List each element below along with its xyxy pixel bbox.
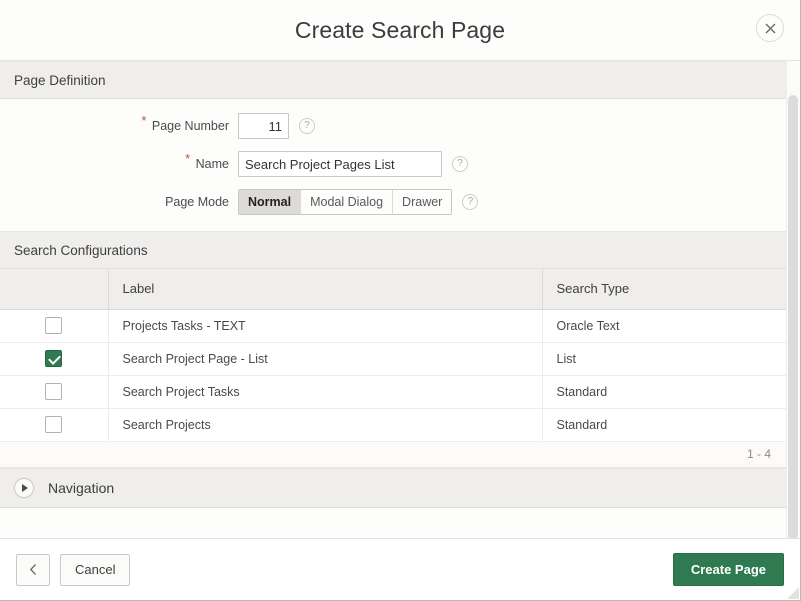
- close-icon[interactable]: [756, 14, 784, 42]
- page-title: Create Search Page: [294, 16, 506, 43]
- field-page-mode: Normal Modal Dialog Drawer ?: [238, 189, 479, 215]
- form-row-name: * Name ?: [0, 151, 800, 177]
- row-label: Projects Tasks - TEXT: [108, 309, 543, 343]
- field-page-number: ?: [238, 113, 315, 139]
- column-header-select: [0, 269, 109, 310]
- label-page-mode: Page Mode: [0, 189, 238, 209]
- table-header-row: Label Search Type: [0, 269, 787, 310]
- region-header-navigation[interactable]: Navigation: [0, 467, 800, 508]
- chevron-left-icon: [29, 564, 36, 575]
- row-label: Search Projects: [108, 408, 543, 442]
- required-asterisk: *: [185, 151, 191, 166]
- row-checkbox[interactable]: [44, 317, 62, 334]
- help-icon-page-number[interactable]: ?: [299, 118, 315, 134]
- row-checkbox[interactable]: [44, 383, 62, 400]
- row-label: Search Project Tasks: [108, 375, 543, 409]
- page-mode-option-normal[interactable]: Normal: [239, 190, 302, 214]
- table-row[interactable]: Search Projects Standard: [0, 408, 787, 442]
- row-checkbox[interactable]: [44, 350, 62, 367]
- dialog-header: Create Search Page: [0, 0, 800, 61]
- form-row-page-mode: Page Mode Normal Modal Dialog Drawer ?: [0, 189, 800, 215]
- create-search-page-dialog: Create Search Page Page Definition * Pag…: [0, 0, 801, 601]
- field-name: ?: [238, 151, 468, 177]
- back-button[interactable]: [16, 553, 50, 586]
- search-configurations-table: Label Search Type Projects Tasks - TEXT …: [0, 269, 787, 442]
- dialog-footer: Cancel Create Page: [0, 538, 800, 600]
- row-search-type: Standard: [542, 375, 787, 409]
- table-pagination: 1 - 4: [0, 441, 787, 468]
- column-header-label: Label: [108, 269, 543, 310]
- table-row[interactable]: Search Project Tasks Standard: [0, 375, 787, 409]
- form-row-page-number: * Page Number ?: [0, 113, 800, 139]
- page-definition-form: * Page Number ? * Name ?: [0, 99, 800, 231]
- row-checkbox-cell: [0, 309, 109, 343]
- region-title-navigation: Navigation: [48, 479, 115, 496]
- row-search-type: Standard: [542, 408, 787, 442]
- label-name-text: Name: [195, 157, 229, 171]
- column-header-search-type: Search Type: [542, 269, 787, 310]
- required-asterisk: *: [141, 113, 147, 128]
- label-name: * Name: [0, 151, 238, 171]
- row-label: Search Project Page - List: [108, 342, 543, 376]
- close-glyph: [765, 23, 775, 33]
- page-mode-toggle-group: Normal Modal Dialog Drawer: [238, 189, 453, 215]
- label-page-number: * Page Number: [0, 113, 238, 133]
- row-search-type: Oracle Text: [542, 309, 787, 343]
- vertical-scrollbar[interactable]: [786, 61, 800, 538]
- page-number-input[interactable]: [238, 113, 289, 139]
- region-header-page-definition: Page Definition: [0, 61, 800, 99]
- page-mode-option-drawer[interactable]: Drawer: [393, 190, 452, 214]
- row-checkbox-cell: [0, 342, 109, 376]
- label-page-mode-text: Page Mode: [165, 195, 229, 209]
- help-icon-page-mode[interactable]: ?: [462, 194, 479, 210]
- page-mode-option-modal-dialog[interactable]: Modal Dialog: [301, 190, 394, 214]
- label-page-number-text: Page Number: [151, 119, 229, 133]
- region-header-search-configurations: Search Configurations: [0, 231, 800, 269]
- row-checkbox[interactable]: [44, 416, 62, 433]
- triangle-right-icon[interactable]: [14, 477, 34, 498]
- table-row[interactable]: Projects Tasks - TEXT Oracle Text: [0, 309, 787, 343]
- row-search-type: List: [542, 342, 787, 376]
- scrollbar-thumb[interactable]: [788, 95, 798, 538]
- row-checkbox-cell: [0, 408, 109, 442]
- row-checkbox-cell: [0, 375, 109, 409]
- dialog-body: Page Definition * Page Number ? * Name: [0, 61, 800, 538]
- create-page-button[interactable]: Create Page: [672, 553, 784, 586]
- table-row[interactable]: Search Project Page - List List: [0, 342, 787, 376]
- region-title-search-configurations: Search Configurations: [14, 242, 148, 258]
- help-icon-name[interactable]: ?: [452, 156, 468, 172]
- pagination-range: 1 - 4: [746, 447, 771, 461]
- cancel-button[interactable]: Cancel: [60, 553, 131, 586]
- name-input[interactable]: [238, 151, 442, 177]
- region-title-page-definition: Page Definition: [14, 72, 106, 88]
